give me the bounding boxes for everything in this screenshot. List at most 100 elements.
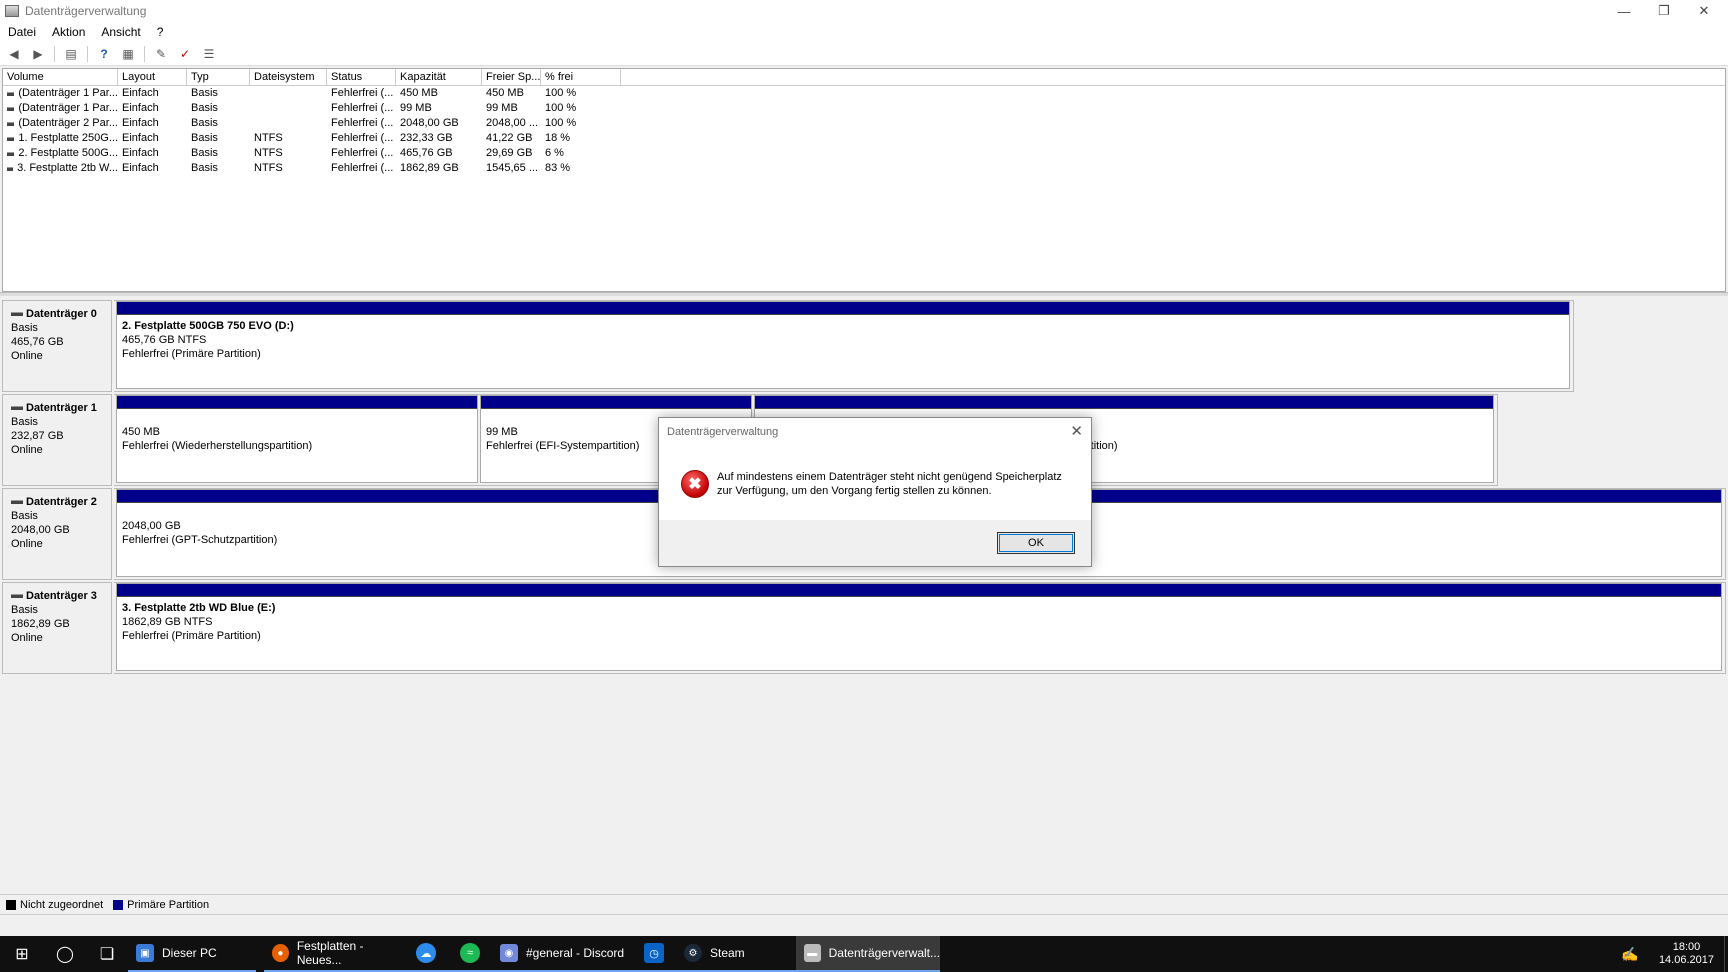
column-header-kapazitaet[interactable]: Kapazität: [396, 69, 482, 85]
prozent-frei-cell: 83 %: [545, 162, 571, 174]
check-icon[interactable]: ✓: [175, 45, 195, 63]
steam-icon: ⚙: [684, 944, 702, 962]
taskbar-app-explorer[interactable]: ▣ Dieser PC: [128, 936, 256, 972]
error-dialog: Datenträgerverwaltung ✕ ✖ Auf mindestens…: [658, 417, 1092, 567]
table-row[interactable]: 3. Festplatte 2tb W... Einfach Basis NTF…: [3, 161, 1725, 176]
table-row[interactable]: (Datenträger 1 Par... Einfach Basis Fehl…: [3, 86, 1725, 101]
help-icon[interactable]: ?: [94, 45, 114, 63]
column-header-layout[interactable]: Layout: [118, 69, 187, 85]
taskbar-app-spotify[interactable]: ≈: [448, 936, 492, 972]
dialog-close-icon[interactable]: ✕: [1070, 422, 1083, 440]
pen-icon[interactable]: ✍: [1615, 936, 1645, 972]
disk-size: 232,87 GB: [11, 430, 64, 442]
clock-date: 14.06.2017: [1658, 954, 1714, 966]
legend-item-primary: Primäre Partition: [113, 899, 209, 911]
status-cell: Fehlerfrei (...: [331, 87, 394, 99]
back-arrow-icon[interactable]: ◀: [4, 45, 24, 63]
disk-partitions-3: 3. Festplatte 2tb WD Blue (E:) 1862,89 G…: [114, 582, 1726, 674]
table-row[interactable]: (Datenträger 1 Par... Einfach Basis Fehl…: [3, 101, 1725, 116]
table-row[interactable]: (Datenträger 2 Par... Einfach Basis Fehl…: [3, 116, 1725, 131]
task-view-icon[interactable]: ❏: [86, 936, 128, 972]
disk-name-text: Datenträger 0: [26, 308, 97, 320]
freier-speicher-cell: 1545,65 ...: [486, 162, 538, 174]
taskbar-app-discord[interactable]: ◉ #general - Discord: [492, 936, 632, 972]
disk-type: Basis: [11, 604, 38, 616]
legend-label: Nicht zugeordnet: [20, 898, 104, 911]
disk-label-3[interactable]: Datenträger 3 Basis 1862,89 GB Online: [2, 582, 112, 674]
disk-label-1[interactable]: Datenträger 1 Basis 232,87 GB Online: [2, 394, 112, 486]
prozent-frei-cell: 100 %: [545, 102, 577, 114]
typ-cell: Basis: [191, 147, 218, 159]
disk-label-2[interactable]: Datenträger 2 Basis 2048,00 GB Online: [2, 488, 112, 580]
taskbar-app-label: Datenträgerverwalt...: [828, 946, 940, 960]
column-header-typ[interactable]: Typ: [187, 69, 250, 85]
taskbar-app-disk-management[interactable]: ▬ Datenträgerverwalt...: [796, 936, 940, 972]
disk-icon: [11, 500, 23, 504]
pane-splitter[interactable]: [0, 292, 1728, 296]
taskbar-app-outlook[interactable]: ◷: [632, 936, 676, 972]
dateisystem-cell: [250, 86, 327, 101]
maximize-button[interactable]: ❐: [1644, 0, 1684, 22]
column-header-freier-speicher[interactable]: Freier Sp...: [482, 69, 541, 85]
taskbar-app-label: Dieser PC: [162, 946, 217, 960]
details-view-icon[interactable]: ▦: [118, 45, 138, 63]
kapazitaet-cell: 99 MB: [400, 102, 432, 114]
clock[interactable]: 18:00 14.06.2017: [1659, 941, 1714, 967]
menu-bar: Datei Aktion Ansicht ?: [0, 22, 1728, 42]
menu-ansicht[interactable]: Ansicht: [93, 25, 148, 39]
console-tree-icon[interactable]: ▤: [61, 45, 81, 63]
close-button[interactable]: ✕: [1684, 0, 1724, 22]
column-header-status[interactable]: Status: [327, 69, 396, 85]
partition-e[interactable]: 3. Festplatte 2tb WD Blue (E:) 1862,89 G…: [116, 583, 1722, 671]
connect-disk-icon[interactable]: ✎: [151, 45, 171, 63]
volume-cell: (Datenträger 1 Par...: [3, 86, 118, 101]
volume-list: Volume Layout Typ Dateisystem Status Kap…: [2, 68, 1726, 292]
prozent-frei-cell: 6 %: [545, 147, 564, 159]
legend-label: Primäre Partition: [127, 898, 210, 911]
menu-aktion[interactable]: Aktion: [44, 25, 93, 39]
show-desktop-button[interactable]: [1724, 936, 1728, 972]
menu-datei[interactable]: Datei: [0, 25, 44, 39]
volume-cell: 2. Festplatte 500G...: [3, 146, 118, 161]
typ-cell: Basis: [191, 102, 218, 114]
disk-type: Basis: [11, 510, 38, 522]
properties-icon[interactable]: ☰: [199, 45, 219, 63]
layout-cell: Einfach: [122, 102, 159, 114]
toolbar: ◀ ▶ ▤ ? ▦ ✎ ✓ ☰: [0, 42, 1728, 66]
partition-bar: [117, 584, 1721, 597]
toolbar-separator: [54, 45, 55, 62]
disk-name: Datenträger 1: [11, 401, 111, 415]
legend: Nicht zugeordnet Primäre Partition: [0, 894, 1728, 914]
kapazitaet-cell: 465,76 GB: [400, 147, 453, 159]
column-header-volume[interactable]: Volume: [3, 69, 118, 85]
firefox-icon: ●: [272, 944, 289, 962]
table-row[interactable]: 1. Festplatte 250G... Einfach Basis NTFS…: [3, 131, 1725, 146]
freier-speicher-cell: 2048,00 ...: [486, 117, 538, 129]
layout-cell: Einfach: [122, 132, 159, 144]
volume-name: 2. Festplatte 500G...: [18, 147, 118, 159]
typ-cell: Basis: [191, 132, 218, 144]
column-header-prozent-frei[interactable]: % frei: [541, 69, 621, 85]
taskbar-app-firefox[interactable]: ● Festplatten - Neues...: [264, 936, 404, 972]
cortana-search-icon[interactable]: ◯: [44, 936, 86, 972]
partition-d[interactable]: 2. Festplatte 500GB 750 EVO (D:) 465,76 …: [116, 301, 1570, 389]
start-windows-icon[interactable]: ⊞: [0, 936, 44, 972]
minimize-button[interactable]: —: [1604, 0, 1644, 22]
column-header-dateisystem[interactable]: Dateisystem: [250, 69, 327, 85]
ok-button[interactable]: OK: [997, 532, 1075, 554]
partition-recovery[interactable]: 450 MB Fehlerfrei (Wiederherstellungspar…: [116, 395, 478, 483]
chat-bubble-icon: ☁: [416, 943, 436, 963]
kapazitaet-cell: 232,33 GB: [400, 132, 453, 144]
toolbar-separator: [144, 45, 145, 62]
toolbar-separator: [87, 45, 88, 62]
layout-cell: Einfach: [122, 87, 159, 99]
taskbar-app-chat[interactable]: ☁: [404, 936, 448, 972]
volume-icon: [7, 106, 15, 111]
status-cell: Fehlerfrei (...: [331, 132, 394, 144]
partition-info: 2. Festplatte 500GB 750 EVO (D:) 465,76 …: [117, 315, 1569, 361]
forward-arrow-icon[interactable]: ▶: [28, 45, 48, 63]
taskbar-app-steam[interactable]: ⚙ Steam: [676, 936, 796, 972]
disk-label-0[interactable]: Datenträger 0 Basis 465,76 GB Online: [2, 300, 112, 392]
table-row[interactable]: 2. Festplatte 500G... Einfach Basis NTFS…: [3, 146, 1725, 161]
menu-help[interactable]: ?: [149, 25, 172, 39]
